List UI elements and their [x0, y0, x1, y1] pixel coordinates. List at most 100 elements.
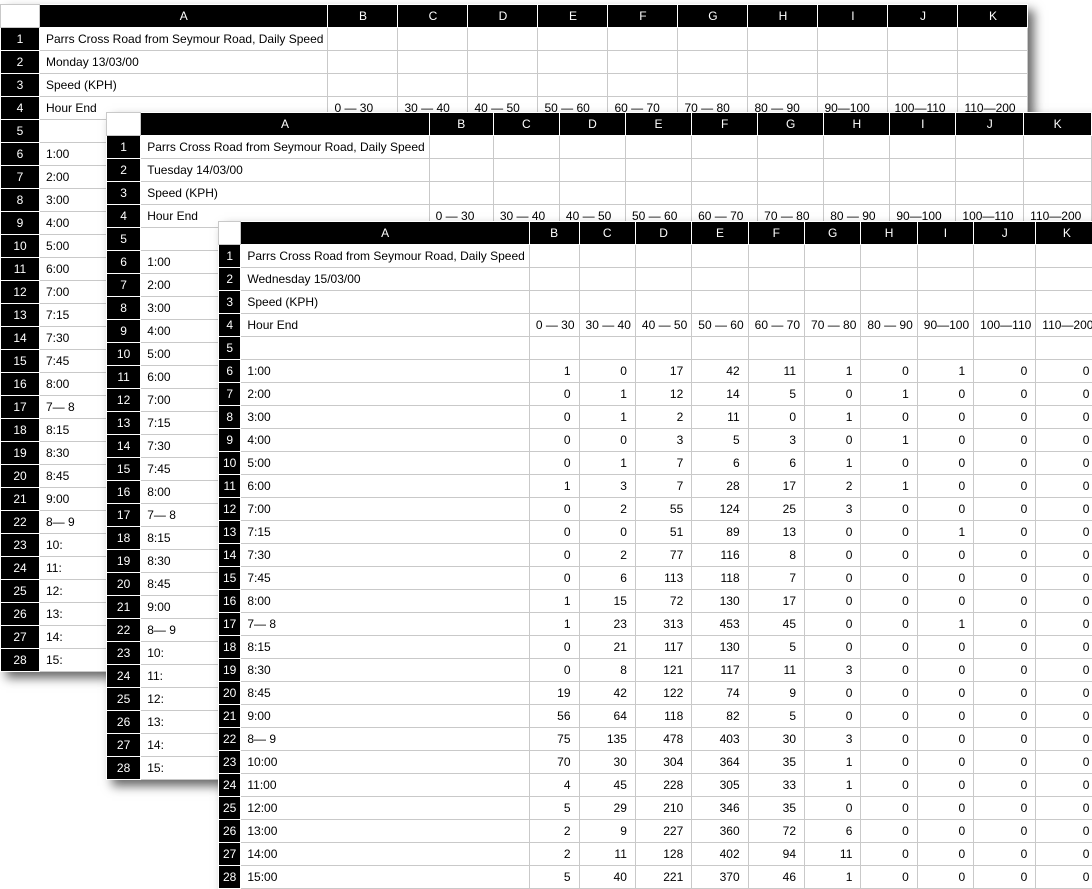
- cell[interactable]: 0: [974, 705, 1036, 728]
- cell[interactable]: [626, 159, 692, 182]
- cell[interactable]: 17: [635, 360, 691, 383]
- row-header[interactable]: 13: [1, 304, 40, 327]
- cell[interactable]: 0: [861, 843, 917, 866]
- cell[interactable]: 0: [805, 797, 861, 820]
- cell[interactable]: 28: [692, 475, 748, 498]
- cell[interactable]: [608, 28, 678, 51]
- cell[interactable]: [748, 28, 818, 51]
- cell[interactable]: 0: [529, 383, 579, 406]
- cell[interactable]: 360: [692, 820, 748, 843]
- cell[interactable]: 5: [529, 866, 579, 889]
- cell[interactable]: 0: [917, 567, 973, 590]
- row-header[interactable]: 2: [107, 159, 141, 182]
- cell[interactable]: [529, 245, 579, 268]
- row-header[interactable]: 18: [219, 636, 241, 659]
- cell[interactable]: 30: [748, 728, 804, 751]
- col-header-A[interactable]: A: [241, 222, 529, 245]
- cell[interactable]: 7:30: [241, 544, 529, 567]
- cell[interactable]: 305: [692, 774, 748, 797]
- cell[interactable]: 0: [974, 613, 1036, 636]
- cell[interactable]: 1: [805, 751, 861, 774]
- cell[interactable]: 7:45: [241, 567, 529, 590]
- cell[interactable]: [888, 74, 958, 97]
- cell[interactable]: 0: [1036, 544, 1092, 567]
- cell[interactable]: 60 — 70: [748, 314, 804, 337]
- col-header-I[interactable]: I: [917, 222, 973, 245]
- cell[interactable]: 0: [974, 682, 1036, 705]
- cell[interactable]: 0: [805, 590, 861, 613]
- col-header-D[interactable]: D: [468, 5, 538, 28]
- cell[interactable]: 30: [579, 751, 635, 774]
- cell[interactable]: 0: [1036, 866, 1092, 889]
- cell[interactable]: 2: [805, 475, 861, 498]
- cell[interactable]: [608, 74, 678, 97]
- cell[interactable]: 100—110: [974, 314, 1036, 337]
- cell[interactable]: [824, 159, 890, 182]
- cell[interactable]: [1036, 245, 1092, 268]
- row-header[interactable]: 15: [219, 567, 241, 590]
- cell[interactable]: 122: [635, 682, 691, 705]
- row-header[interactable]: 25: [219, 797, 241, 820]
- cell[interactable]: [538, 28, 608, 51]
- cell[interactable]: 0: [917, 682, 973, 705]
- cell[interactable]: 0: [1036, 360, 1092, 383]
- cell[interactable]: 118: [692, 567, 748, 590]
- cell[interactable]: [748, 268, 804, 291]
- row-header[interactable]: 16: [107, 481, 141, 504]
- row-header[interactable]: 7: [219, 383, 241, 406]
- cell[interactable]: 3: [579, 475, 635, 498]
- row-header[interactable]: 6: [1, 143, 40, 166]
- col-header-G[interactable]: G: [805, 222, 861, 245]
- cell[interactable]: 1: [861, 475, 917, 498]
- cell[interactable]: 35: [748, 751, 804, 774]
- cell[interactable]: 1: [579, 406, 635, 429]
- row-header[interactable]: 7: [107, 274, 141, 297]
- cell[interactable]: [692, 159, 758, 182]
- cell[interactable]: 116: [692, 544, 748, 567]
- cell[interactable]: 4:00: [241, 429, 529, 452]
- cell[interactable]: 0: [1036, 475, 1092, 498]
- cell[interactable]: 402: [692, 843, 748, 866]
- cell[interactable]: 0: [529, 567, 579, 590]
- cell[interactable]: [579, 337, 635, 360]
- cell[interactable]: 0: [917, 820, 973, 843]
- cell[interactable]: 0: [529, 406, 579, 429]
- col-header-J[interactable]: J: [956, 113, 1024, 136]
- cell[interactable]: [538, 74, 608, 97]
- cell[interactable]: [824, 136, 890, 159]
- cell[interactable]: [861, 245, 917, 268]
- cell[interactable]: 0: [805, 682, 861, 705]
- row-header[interactable]: 19: [219, 659, 241, 682]
- cell[interactable]: [429, 136, 493, 159]
- cell[interactable]: 0: [917, 774, 973, 797]
- cell[interactable]: 82: [692, 705, 748, 728]
- cell[interactable]: 5: [748, 383, 804, 406]
- cell[interactable]: [917, 268, 973, 291]
- cell[interactable]: 0: [917, 475, 973, 498]
- cell[interactable]: 0: [1036, 590, 1092, 613]
- cell[interactable]: 0: [974, 544, 1036, 567]
- cell[interactable]: 51: [635, 521, 691, 544]
- cell[interactable]: Monday 13/03/00: [40, 51, 328, 74]
- cell[interactable]: [398, 28, 468, 51]
- cell[interactable]: [758, 182, 824, 205]
- cell[interactable]: [888, 28, 958, 51]
- cell[interactable]: [818, 28, 888, 51]
- cell[interactable]: 50 — 60: [692, 314, 748, 337]
- cell[interactable]: [559, 159, 625, 182]
- cell[interactable]: 11: [805, 843, 861, 866]
- cell[interactable]: 346: [692, 797, 748, 820]
- row-header[interactable]: 14: [1, 327, 40, 350]
- cell[interactable]: 5: [748, 636, 804, 659]
- cell[interactable]: 40 — 50: [635, 314, 691, 337]
- cell[interactable]: [608, 51, 678, 74]
- col-header-F[interactable]: F: [608, 5, 678, 28]
- cell[interactable]: 1: [805, 360, 861, 383]
- cell[interactable]: 0: [917, 751, 973, 774]
- cell[interactable]: 11: [579, 843, 635, 866]
- cell[interactable]: Speed (KPH): [40, 74, 328, 97]
- cell[interactable]: [398, 74, 468, 97]
- cell[interactable]: 0: [748, 406, 804, 429]
- row-header[interactable]: 18: [107, 527, 141, 550]
- col-header-E[interactable]: E: [626, 113, 692, 136]
